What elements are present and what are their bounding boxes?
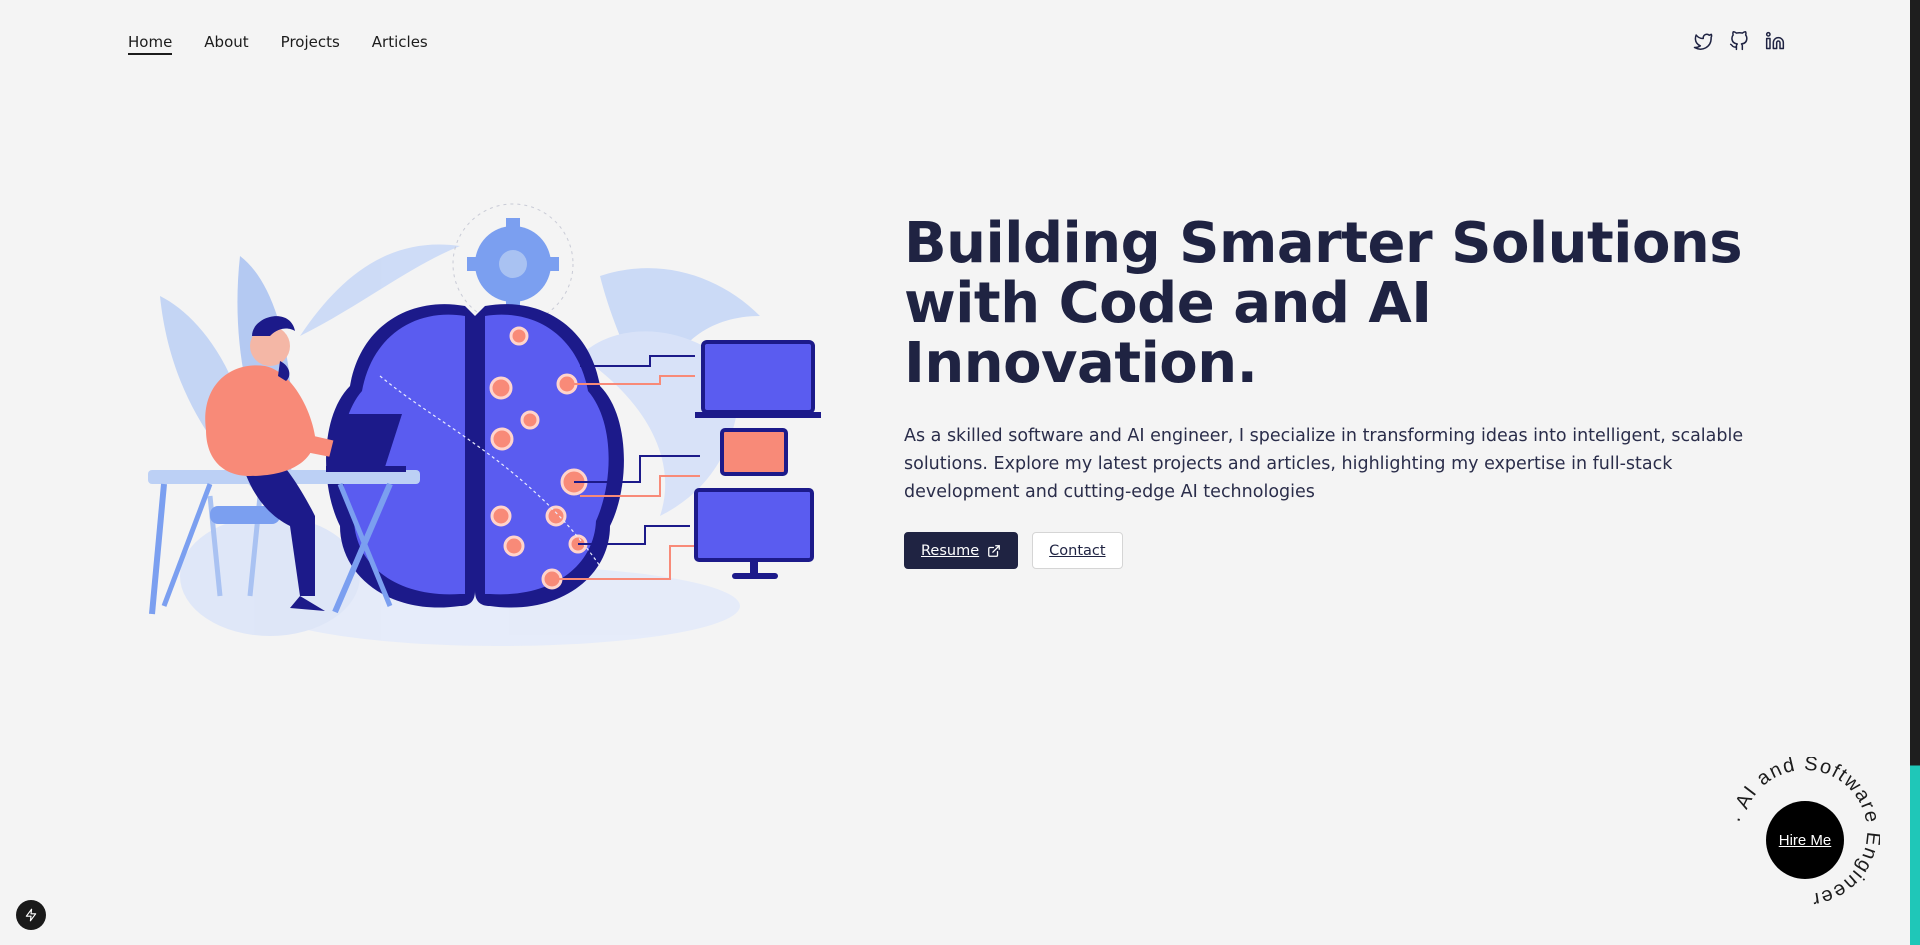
hero-section: Building Smarter Solutions with Code and… — [904, 214, 1804, 569]
nav-about[interactable]: About — [204, 33, 248, 55]
twitter-icon — [1693, 33, 1713, 50]
linkedin-link[interactable] — [1764, 30, 1786, 52]
resume-label: Resume — [921, 542, 980, 559]
hire-me-button[interactable]: Hire Me — [1766, 801, 1844, 879]
github-icon — [1729, 31, 1748, 51]
laptop-device — [695, 340, 821, 418]
twitter-link[interactable] — [1692, 30, 1714, 52]
linkedin-icon — [1765, 31, 1785, 50]
contact-label: Contact — [1049, 542, 1106, 559]
dev-tools-button[interactable] — [16, 900, 46, 930]
social-links — [1692, 30, 1786, 52]
github-link[interactable] — [1728, 30, 1750, 52]
nav-projects[interactable]: Projects — [281, 33, 340, 55]
hero-description: As a skilled software and AI engineer, I… — [904, 426, 1744, 502]
hire-me-badge[interactable]: · AI and Software Engineer Hire Me — [1730, 757, 1880, 907]
page-scrollbar[interactable] — [1910, 0, 1920, 945]
hero-title: Building Smarter Solutions with Code and… — [904, 211, 1743, 396]
monitor-device — [694, 488, 814, 579]
external-link-icon — [988, 544, 1001, 557]
hero-buttons: Resume Contact — [904, 532, 1804, 569]
nav-articles[interactable]: Articles — [372, 33, 428, 55]
nav-home[interactable]: Home — [128, 33, 173, 55]
lightning-icon — [25, 908, 37, 922]
contact-button[interactable]: Contact — [1032, 532, 1123, 569]
tablet-device — [720, 428, 788, 476]
main-nav: Home About Projects Articles — [128, 30, 428, 58]
hero-illustration — [148, 203, 821, 646]
resume-button[interactable]: Resume — [904, 532, 1019, 569]
